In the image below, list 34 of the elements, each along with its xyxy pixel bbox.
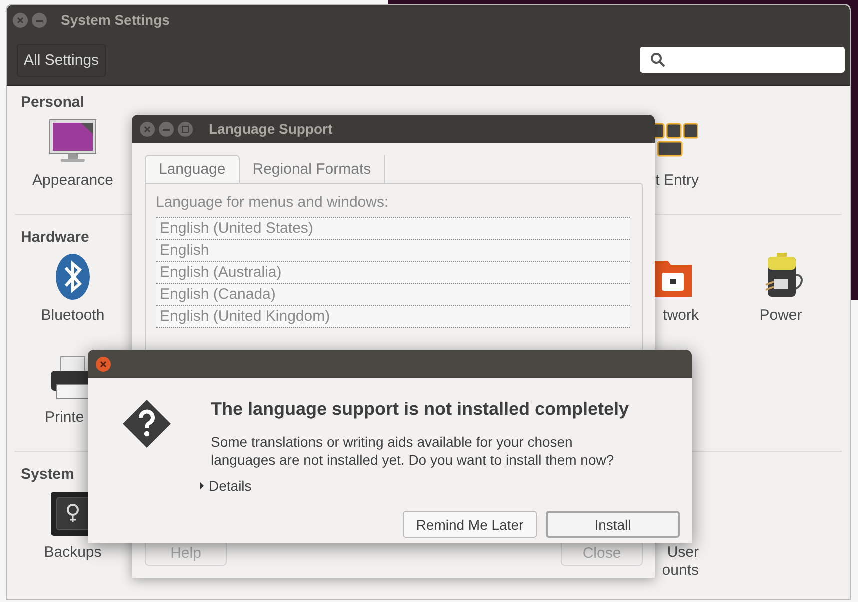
dialog-message: Some translations or writing aids available for your chosen languages are not installed yet. Do you want to install them now? [211, 433, 616, 469]
all-settings-button[interactable]: All Settings [17, 44, 106, 76]
settings-item-label: twork [663, 307, 699, 325]
language-item[interactable]: English (United Kingdom) [156, 306, 630, 328]
settings-item-label: ounts [662, 562, 699, 580]
search-icon [650, 52, 666, 68]
dialog-button[interactable]: Remind Me Later [403, 511, 537, 538]
tab[interactable]: Language [145, 155, 240, 183]
settings-item-label: Bluetooth [41, 307, 105, 325]
section-heading: Hardware [21, 229, 90, 247]
section-heading: System [21, 466, 74, 484]
language-item[interactable]: English (Australia) [156, 262, 630, 284]
safe-icon[interactable] [48, 490, 88, 538]
window-title: System Settings [61, 12, 170, 28]
tab[interactable]: Regional Formats [240, 155, 386, 183]
search-field[interactable] [640, 47, 845, 73]
language-item[interactable]: English [156, 240, 630, 262]
settings-item-label: Appearance [32, 172, 114, 190]
question-icon [122, 399, 172, 449]
window-title: Language Support [209, 121, 333, 137]
close-icon[interactable] [96, 356, 111, 372]
language-item[interactable]: English (Canada) [156, 284, 630, 306]
expander-arrow-icon [199, 482, 205, 490]
dialog-title: The language support is not installed completely [211, 399, 630, 420]
settings-item-label: User [667, 544, 699, 562]
settings-item-label: Power [760, 307, 802, 325]
details-expander[interactable]: Details [199, 478, 252, 494]
dialog-button[interactable]: Install [546, 511, 680, 538]
settings-item-label: Backups [44, 544, 102, 562]
settings-item-label: Printe [45, 409, 84, 427]
settings-item-label: t Entry [656, 172, 699, 190]
section-heading: Personal [21, 94, 84, 112]
list-label: Language for menus and windows: [156, 194, 390, 211]
language-item[interactable]: English (United States) [156, 218, 630, 240]
